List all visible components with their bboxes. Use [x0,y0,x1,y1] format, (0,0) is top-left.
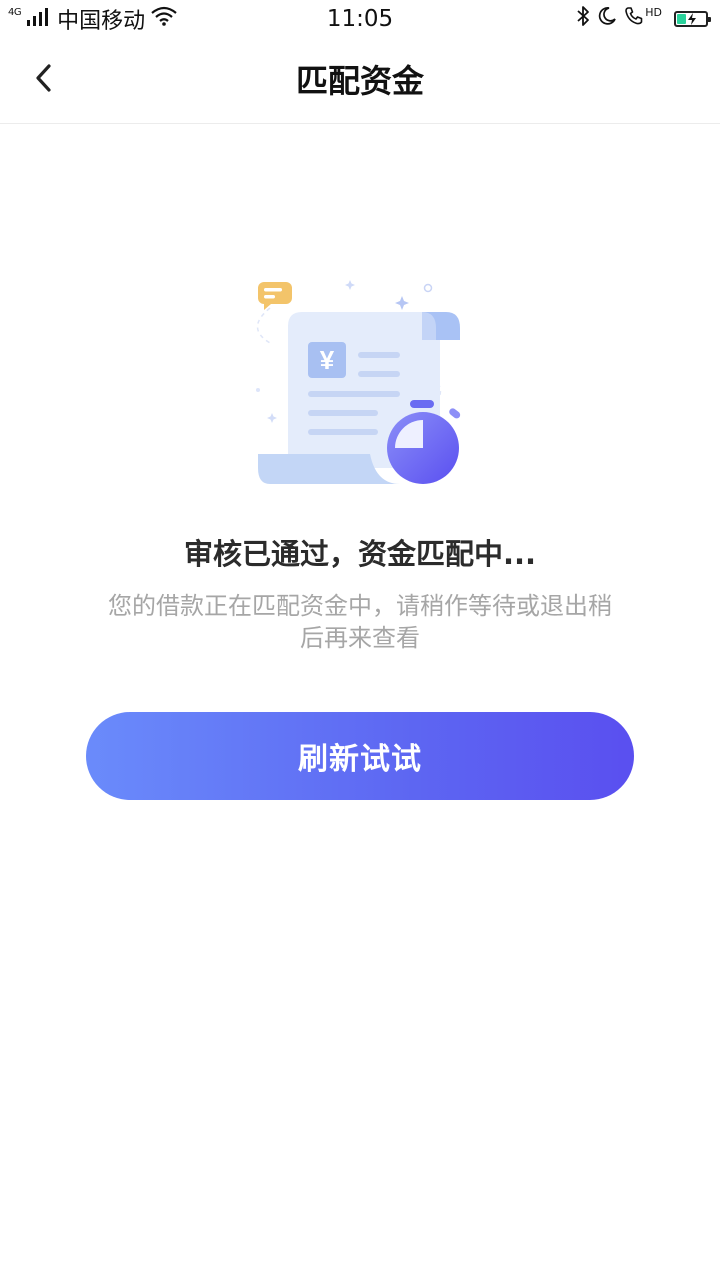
status-description: 您的借款正在匹配资金中，请稍作等待或退出稍后再来查看 [108,592,612,652]
network-type: 4G [8,6,22,18]
hd-label: HD [645,5,662,19]
battery-icon [674,11,711,27]
status-title: 审核已通过，资金匹配中... [183,537,537,571]
status-bar: 4G 中国移动 11:05 HD [0,0,720,38]
signal-icon [27,7,49,32]
bluetooth-icon [575,5,591,33]
battery-level [677,14,686,24]
matching-funds-illustration: ¥ [240,268,480,498]
page-title: 匹配资金 [295,62,424,100]
hd-call-icon [623,5,645,33]
status-bar-left: 4G 中国移动 [8,0,177,38]
moon-icon [597,6,617,32]
nav-bar: 匹配资金 [0,38,720,124]
status-bar-right: HD [575,0,711,38]
wifi-icon [151,6,177,32]
refresh-button[interactable]: 刷新试试 [86,712,634,800]
yen-icon: ¥ [320,345,335,375]
carrier-name: 中国移动 [57,9,146,34]
